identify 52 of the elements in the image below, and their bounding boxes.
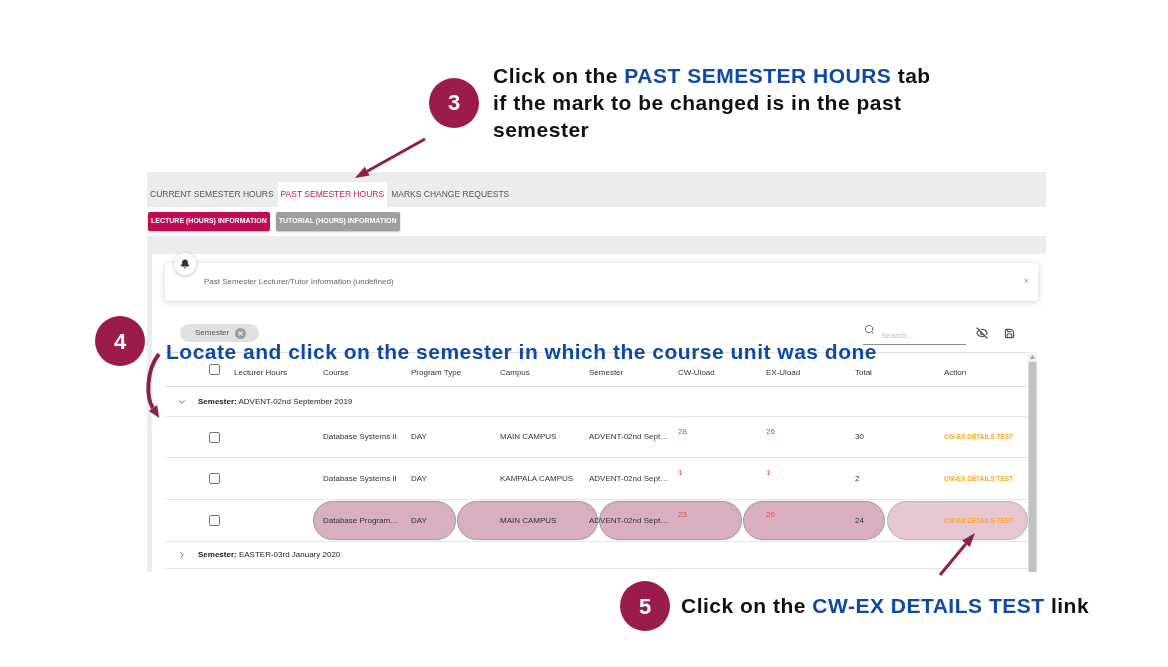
column-header: EX-Uload: [766, 367, 801, 377]
search-icon: [864, 324, 875, 335]
table-cell: ADVENT-02nd Sept…: [589, 514, 669, 527]
tab[interactable]: PAST SEMESTER HOURS: [277, 182, 388, 207]
table-cell: ADVENT-02nd Sept…: [589, 431, 669, 443]
column-header: CW-Uload: [678, 367, 715, 377]
column-header: Lecturer Hours: [234, 367, 287, 377]
step-marker: 4: [95, 316, 145, 366]
table-cell: Database Systems II: [323, 431, 397, 443]
table-cell: MAIN CAMPUS: [500, 431, 557, 443]
scrollbar[interactable]: [1028, 352, 1037, 572]
tab[interactable]: CURRENT SEMESTER HOURS: [147, 182, 277, 207]
checkbox[interactable]: [209, 364, 220, 375]
filter-chip[interactable]: Semester: [180, 324, 260, 342]
column-header: Semester: [589, 367, 624, 377]
save-icon[interactable]: [1004, 327, 1015, 339]
eye-off-icon[interactable]: [976, 327, 988, 339]
instruction-text: Click on the PAST SEMESTER HOURS tab if the mark to be changed is in the past semester: [493, 63, 932, 143]
table-cell: 2: [855, 472, 860, 485]
step-marker: 5: [620, 581, 670, 631]
chevron-right-icon[interactable]: [177, 550, 187, 560]
notification-text: Past Semester Lecturer/Tutor Information (undefined): [204, 276, 394, 288]
table-cell: 28: [678, 425, 687, 438]
instruction-text: Click on the CW-EX DETAILS TEST link: [681, 594, 1090, 618]
table-cell: 26: [766, 425, 775, 438]
group-label: Semester: ADVENT-02nd September 2019: [198, 395, 353, 408]
table-cell: 20: [766, 509, 775, 521]
column-header: Total: [855, 367, 872, 377]
column-header: Program Type: [411, 367, 462, 377]
table-cell: 24: [855, 514, 864, 527]
table-cell: 23: [678, 509, 687, 521]
table-cell: DAY: [411, 514, 427, 527]
column-header: Action: [944, 367, 967, 377]
table-cell: ADVENT-02nd Sept…: [589, 472, 669, 485]
column-header: Campus: [500, 367, 530, 377]
column-header: Course: [323, 367, 349, 377]
table-cell: 1: [678, 467, 683, 479]
table-cell: Database Program…: [323, 514, 399, 527]
table-cell: MAIN CAMPUS: [500, 514, 557, 527]
step-marker: 3: [429, 77, 479, 128]
table-cell: DAY: [411, 472, 427, 485]
table-cell: Database Systems II: [323, 472, 397, 485]
tab[interactable]: MARKS CHANGE REQUESTS: [388, 182, 513, 207]
checkbox[interactable]: [209, 473, 220, 484]
table-cell: 1: [766, 467, 771, 479]
group-label: Semester: EASTER-03rd January 2020: [198, 549, 341, 561]
checkbox[interactable]: [209, 515, 220, 526]
table-cell: KAMPALA CAMPUS: [500, 472, 574, 485]
table-cell: DAY: [411, 431, 427, 443]
checkbox[interactable]: [209, 431, 220, 443]
table-cell: 30: [855, 431, 864, 443]
close-button[interactable]: ×: [1023, 275, 1029, 289]
